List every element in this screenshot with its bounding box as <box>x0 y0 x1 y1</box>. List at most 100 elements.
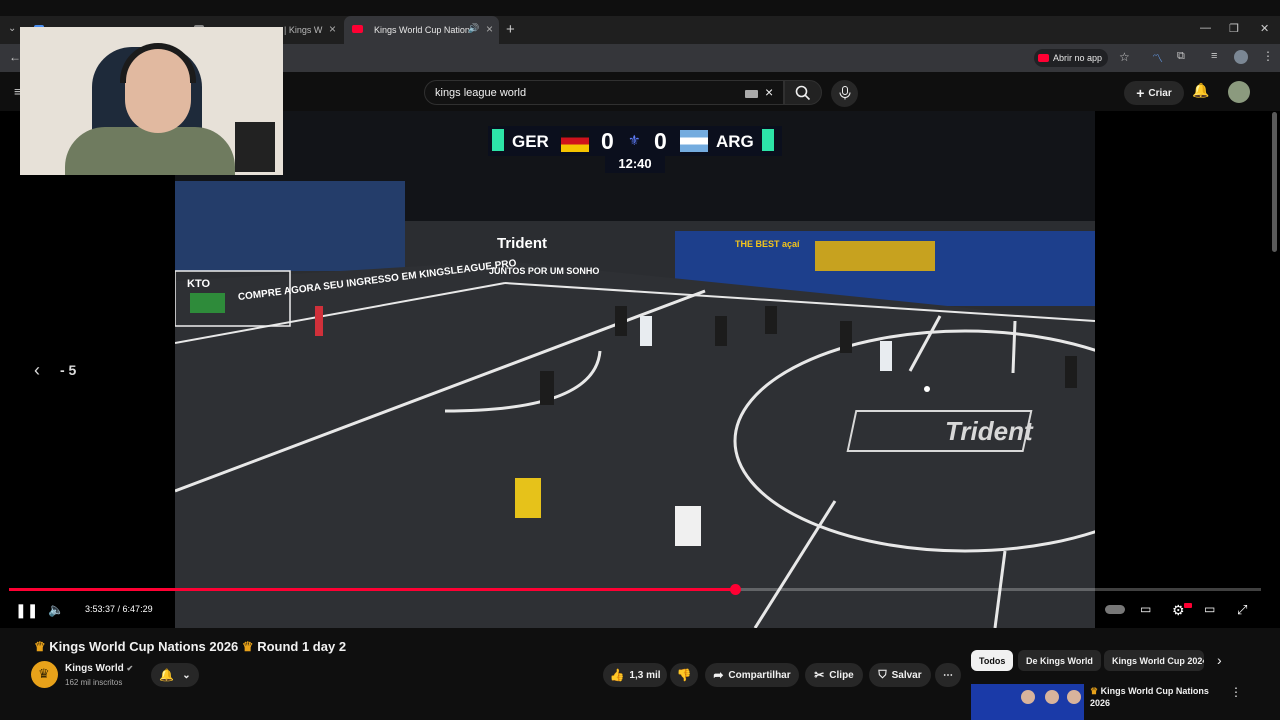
keyboard-icon[interactable] <box>745 90 758 98</box>
video-frame[interactable]: Trident Trident COMPRE AGORA SEU INGRESS… <box>175 111 1095 628</box>
fullscreen-icon[interactable]: ⤢ <box>1237 602 1247 618</box>
chevron-right-icon[interactable]: › <box>1217 652 1222 668</box>
league-logo-icon: ⚜ <box>628 132 641 148</box>
open-in-app-label: Abrir no app <box>1053 53 1103 63</box>
search-box[interactable]: kings league world × <box>424 80 784 105</box>
thumb-player-1 <box>1021 690 1035 704</box>
extensions-icon[interactable]: ⧉ <box>1177 50 1185 63</box>
dislike-button[interactable]: 👎 <box>670 663 698 687</box>
media-controls-icon[interactable]: ≡ <box>1211 50 1217 62</box>
hd-badge <box>1184 603 1192 608</box>
recommended-title[interactable]: ♛ Kings World Cup Nations 2026 <box>1090 685 1220 709</box>
tab-search-icon[interactable]: ⌄ <box>8 23 16 34</box>
plus-icon: + <box>1136 85 1145 101</box>
recommended-menu-icon[interactable]: ⋮ <box>1230 685 1242 699</box>
close-icon[interactable]: × <box>486 22 493 36</box>
field-brand-logo: Trident <box>945 416 1033 446</box>
theater-mode-icon[interactable]: ▭ <box>1204 602 1215 616</box>
search-icon <box>795 85 811 101</box>
save-label: Salvar <box>891 669 922 681</box>
voice-search-button[interactable] <box>831 80 858 107</box>
chip-related[interactable]: Kings World Cup 2024 <box>1104 650 1204 671</box>
home-team: GER <box>512 132 549 151</box>
time-total: 6:47:29 <box>122 604 153 614</box>
crown-icon: ♛ <box>1090 686 1099 696</box>
tab-label: | Kings W <box>284 25 323 35</box>
time-display: 3:53:37 / 6:47:29 <box>85 604 153 614</box>
scoreboard: GER 0 ⚜ 0 ARG <box>488 126 782 156</box>
notifications-bell-icon[interactable]: 🔔 <box>1192 82 1209 99</box>
minimize-icon[interactable]: — <box>1200 22 1211 34</box>
home-score: 0 <box>601 128 614 154</box>
channel-avatar[interactable]: ♛ <box>31 661 58 688</box>
maximize-icon[interactable]: ❐ <box>1229 22 1239 35</box>
board-text: THE BEST açaí <box>735 239 800 249</box>
channel-name-label: Kings World <box>65 663 124 674</box>
person-torso <box>65 127 235 175</box>
open-in-app-button[interactable]: Abrir no app <box>1034 49 1108 67</box>
save-button[interactable]: ⛉ Salvar <box>869 663 931 687</box>
audio-icon[interactable]: 🔊 <box>468 23 479 34</box>
like-button[interactable]: 👍 1,3 mil <box>603 663 667 687</box>
futsal-scene <box>175 111 1095 628</box>
lion-logo-icon: ♛ <box>38 666 50 681</box>
account-avatar[interactable] <box>1228 81 1250 103</box>
thumbs-down-icon: 👎 <box>676 668 692 682</box>
pause-icon[interactable]: ❚❚ <box>15 602 38 619</box>
ad-text: JUNTOS POR UM SONHO <box>489 266 600 276</box>
more-actions-button[interactable]: ⋯ <box>935 663 961 687</box>
clear-search-icon[interactable]: × <box>765 84 773 100</box>
kto-logo: KTO <box>187 278 211 290</box>
browser-menu-icon[interactable]: ⋮ <box>1262 49 1274 63</box>
clip-button[interactable]: ✂ Clipe <box>805 663 863 687</box>
page-scrollbar[interactable] <box>1272 112 1277 252</box>
channel-name[interactable]: Kings World ✔ <box>65 663 133 674</box>
home-color-bar <box>492 129 504 151</box>
video-title: ♛ Kings World Cup Nations 2026 ♛ Round 1… <box>34 639 346 655</box>
close-icon[interactable]: × <box>329 22 336 36</box>
volume-icon[interactable]: 🔈 <box>48 602 64 618</box>
create-button[interactable]: + Criar <box>1124 81 1184 105</box>
recommended-title-line1: Kings World Cup Nations <box>1100 686 1209 696</box>
chevron-down-icon: ⌄ <box>182 669 191 681</box>
video-player[interactable]: Trident Trident COMPRE AGORA SEU INGRESS… <box>0 111 1280 628</box>
bookmark-icon: ⛉ <box>878 668 887 681</box>
recommended-thumbnail[interactable] <box>971 684 1084 720</box>
time-separator: / <box>115 604 123 614</box>
share-button[interactable]: ➦ Compartilhar <box>705 663 799 687</box>
extension-wave-icon[interactable]: 〽 <box>1152 50 1163 66</box>
chip-all[interactable]: Todos <box>971 650 1014 671</box>
seek-backward-label: - 5 <box>60 362 77 378</box>
chip-from-channel[interactable]: De Kings World <box>1018 650 1101 671</box>
youtube-favicon-icon <box>352 25 363 33</box>
title-part2: Round 1 day 2 <box>257 639 347 654</box>
bookmark-star-icon[interactable]: ☆ <box>1119 50 1130 64</box>
tab-label: Kings World Cup Nation <box>374 25 470 35</box>
new-tab-button[interactable]: + <box>506 21 515 38</box>
away-team: ARG <box>716 132 754 151</box>
crown-icon: ♛ <box>241 639 254 654</box>
chevron-left-icon: ‹ <box>34 360 40 380</box>
away-score: 0 <box>654 128 667 154</box>
tab-active[interactable]: Kings World Cup Nation 🔊 × <box>344 16 499 44</box>
subtitles-icon[interactable]: ▭ <box>1140 602 1151 616</box>
profile-icon[interactable] <box>1234 50 1248 64</box>
share-label: Compartilhar <box>728 669 791 681</box>
settings-gear-icon[interactable]: ⚙ <box>1172 602 1185 619</box>
thumbs-up-icon: 👍 <box>609 668 625 682</box>
thumb-player-3 <box>1067 690 1081 704</box>
title-part1: Kings World Cup Nations 2026 <box>49 639 239 654</box>
close-window-icon[interactable]: ✕ <box>1260 22 1269 35</box>
more-horizontal-icon: ⋯ <box>943 669 953 681</box>
youtube-app-icon <box>1038 54 1049 62</box>
progress-fill <box>9 588 736 591</box>
away-color-bar <box>762 129 774 151</box>
autoplay-toggle[interactable] <box>1105 605 1125 614</box>
subscription-bell-button[interactable]: 🔔 ⌄ <box>151 663 199 687</box>
crown-icon: ♛ <box>34 639 46 654</box>
germany-flag-icon <box>561 130 589 152</box>
like-count: 1,3 mil <box>629 669 661 681</box>
search-button[interactable] <box>784 80 822 105</box>
search-input[interactable]: kings league world <box>435 87 526 99</box>
argentina-flag-icon <box>680 130 708 152</box>
